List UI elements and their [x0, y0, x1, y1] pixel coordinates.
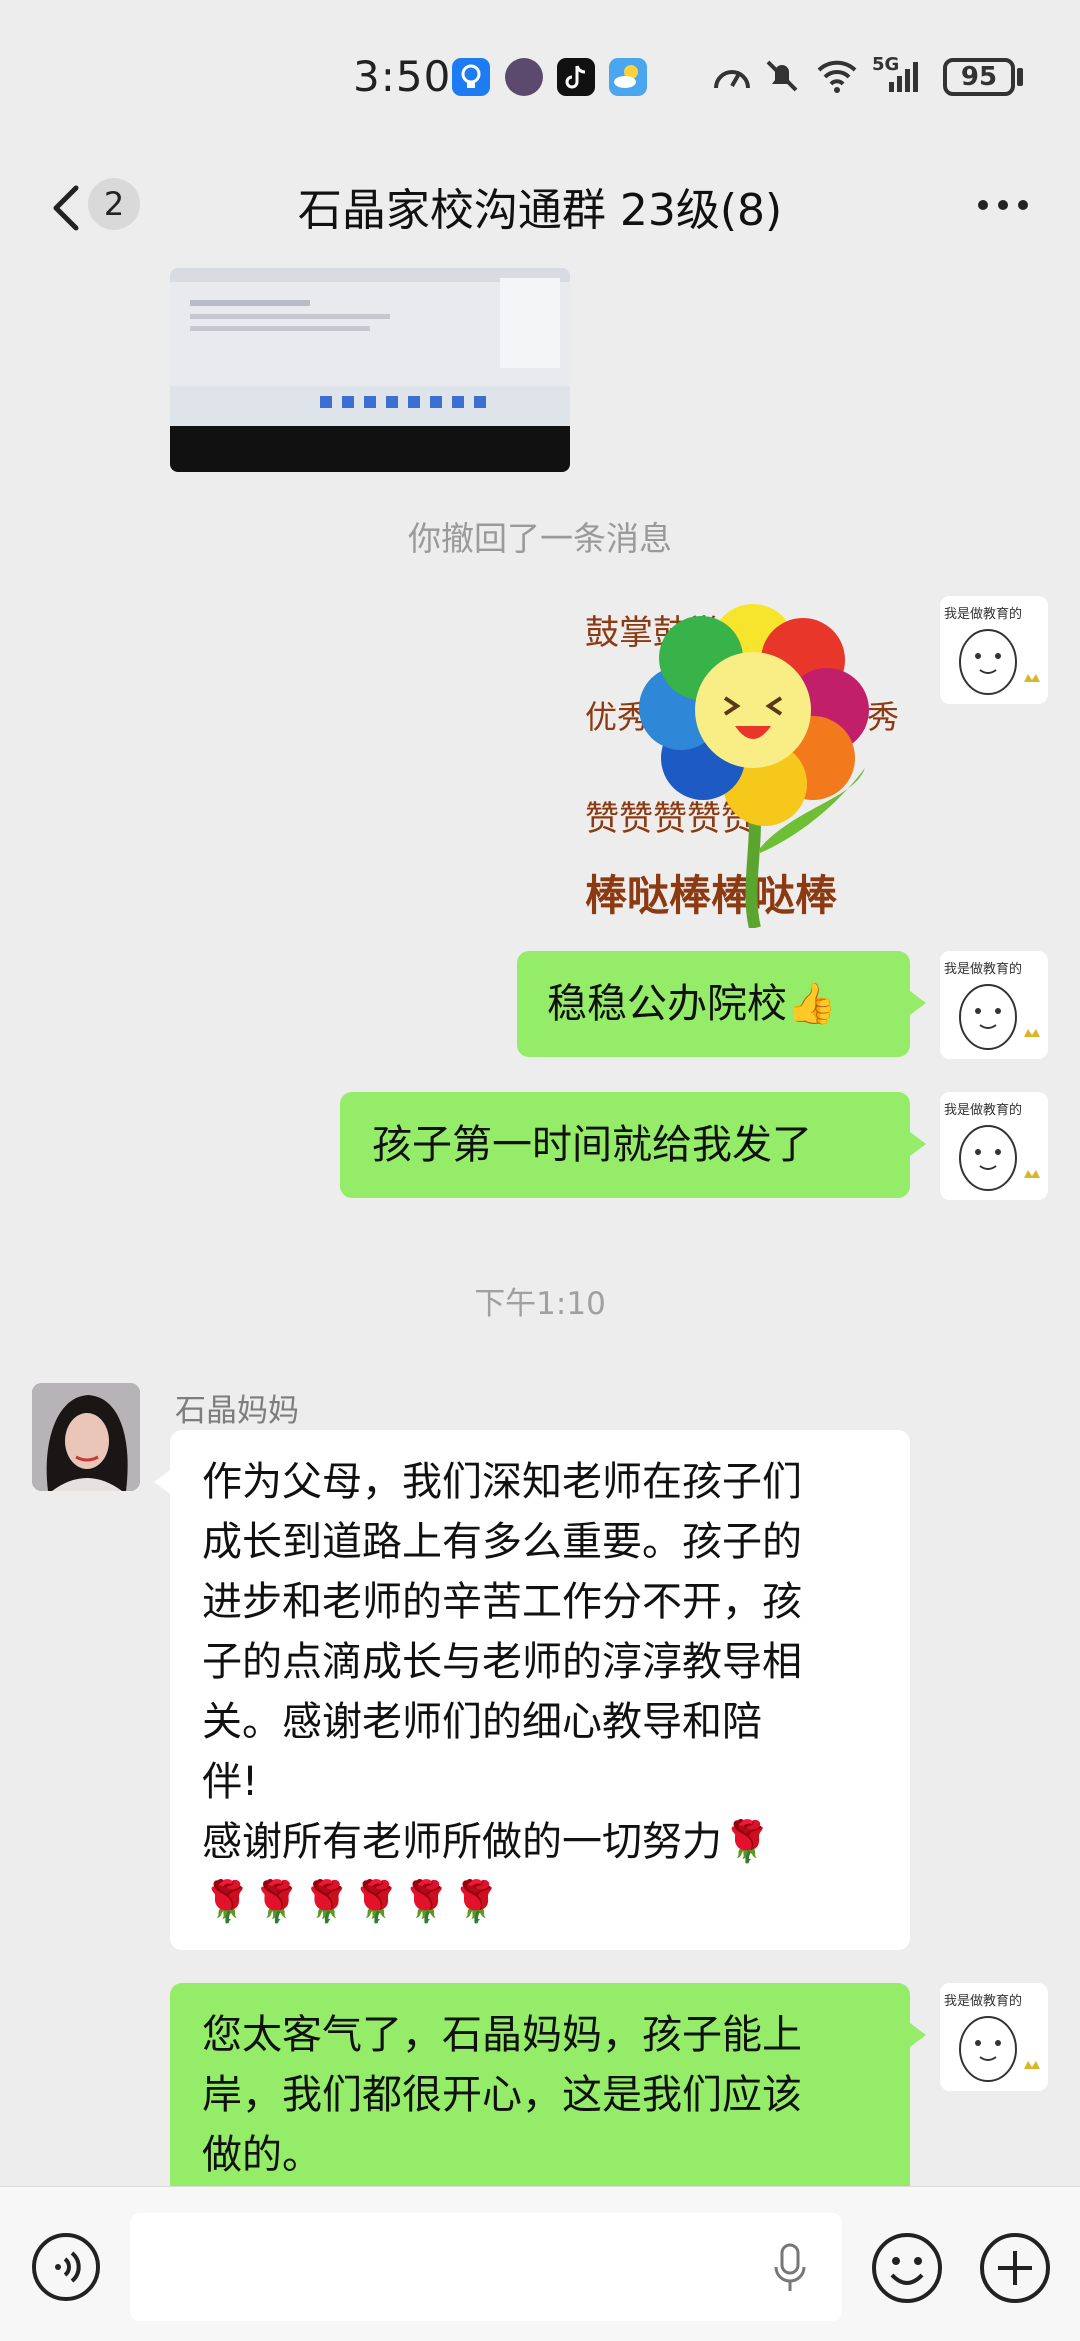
chat-title: 石晶家校沟通群 23级(8)	[297, 185, 783, 236]
sticker-bottom-text: 棒哒棒棒哒棒	[585, 871, 838, 920]
message-bubble-incoming[interactable]: 作为父母，我们深知老师在孩子们 成长到道路上有多么重要。孩子的 进步和老师的辛苦…	[154, 1430, 910, 1950]
doodle-avatar-icon: 我是做教育的	[940, 1092, 1048, 1200]
battery-nub	[1017, 68, 1023, 86]
emoji-icon[interactable]	[870, 2231, 944, 2305]
avatar-caption: 我是做教育的	[944, 1102, 1022, 1118]
avatar-caption: 我是做教育的	[944, 606, 1022, 622]
weather-app-icon	[609, 58, 647, 96]
message-line: 伴!	[202, 1759, 259, 1805]
self-avatar[interactable]: 我是做教育的	[940, 1983, 1048, 2091]
plus-icon[interactable]	[978, 2231, 1052, 2305]
sender-avatar[interactable]	[32, 1383, 140, 1491]
battery-indicator: 95	[943, 58, 1015, 96]
flower-sticker-icon: 鼓掌鼓掌 优秀 优秀 赞赞赞赞赞 棒哒棒棒哒棒	[585, 604, 899, 930]
status-bar: 3:50 5G 95	[0, 0, 1080, 150]
self-avatar[interactable]: 我是做教育的	[940, 951, 1048, 1059]
mute-bell-icon	[766, 60, 798, 92]
avatar-caption: 我是做教育的	[944, 961, 1022, 977]
message-line: 🌹🌹🌹🌹🌹🌹	[202, 1879, 501, 1925]
doodle-avatar-icon: 我是做教育的	[940, 1983, 1048, 2091]
avatar-app-icon	[505, 58, 543, 96]
input-bar	[0, 2186, 1080, 2341]
message-text: 稳稳公办院校👍	[547, 981, 837, 1027]
message-bubble-outgoing[interactable]: 稳稳公办院校👍	[517, 951, 926, 1057]
bulb-app-icon	[452, 58, 490, 96]
voice-icon[interactable]	[30, 2231, 102, 2303]
mic-icon[interactable]	[770, 2243, 810, 2295]
self-avatar[interactable]: 我是做教育的	[940, 596, 1048, 704]
sticker-message[interactable]: 鼓掌鼓掌 优秀 优秀 赞赞赞赞赞 棒哒棒棒哒棒	[585, 598, 911, 930]
message-line: 进步和老师的辛苦工作分不开，孩	[202, 1579, 802, 1625]
status-time: 3:50	[353, 52, 452, 101]
message-text: 孩子第一时间就给我发了	[372, 1122, 812, 1168]
self-avatar[interactable]: 我是做教育的	[940, 1092, 1048, 1200]
screenshot-thumbnail-icon	[170, 268, 570, 472]
more-horizontal-icon[interactable]	[973, 180, 1033, 230]
message-input[interactable]	[130, 2213, 842, 2321]
message-line: 感谢所有老师所做的一切努力🌹	[202, 1819, 772, 1865]
message-line: 成长到道路上有多么重要。孩子的	[202, 1519, 802, 1565]
message-timestamp: 下午1:10	[474, 1286, 606, 1322]
signal-icon	[889, 62, 918, 92]
woman-portrait-icon	[32, 1383, 140, 1491]
speed-icon	[714, 70, 750, 89]
image-message[interactable]	[170, 268, 570, 472]
message-line: 做的。	[202, 2132, 322, 2178]
message-bubble-outgoing[interactable]: 孩子第一时间就给我发了	[340, 1092, 926, 1198]
sender-name: 石晶妈妈	[175, 1393, 299, 1429]
message-line: 子的点滴成长与老师的淳淳教导相	[202, 1639, 802, 1685]
wifi-icon	[817, 60, 857, 93]
doodle-avatar-icon: 我是做教育的	[940, 596, 1048, 704]
tiktok-app-icon	[557, 58, 595, 96]
message-line: 岸，我们都很开心，这是我们应该	[202, 2072, 802, 2118]
recall-notice: 你撤回了一条消息	[408, 519, 672, 558]
message-line: 作为父母，我们深知老师在孩子们	[202, 1459, 802, 1505]
avatar-caption: 我是做教育的	[944, 1993, 1022, 2009]
doodle-avatar-icon: 我是做教育的	[940, 951, 1048, 1059]
message-line: 关。感谢老师们的细心教导和陪	[202, 1699, 762, 1745]
message-line: 您太客气了，石晶妈妈，孩子能上	[202, 2012, 802, 2058]
